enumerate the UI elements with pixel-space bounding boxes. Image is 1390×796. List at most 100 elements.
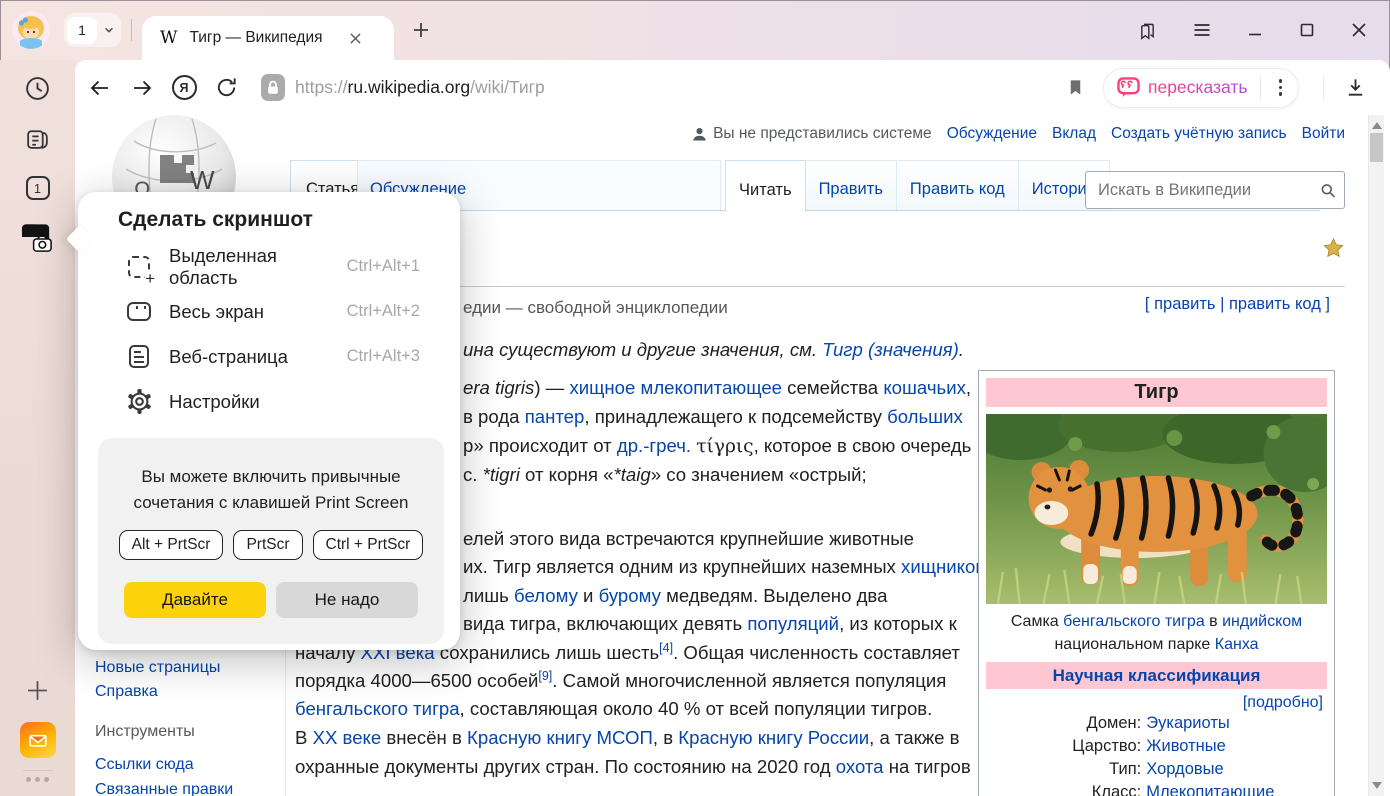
wiki-user-link[interactable]: Обсуждение [947,125,1037,143]
wiki-user-link[interactable]: Вклад [1052,125,1096,143]
maximize-icon[interactable] [1298,21,1316,39]
view-tab-1[interactable]: Читать [725,160,806,212]
text-fragment: ина существуют и другие значения, см. [463,339,822,360]
taxonomy-row: Царство:Животные [986,735,1327,758]
page-scrollbar[interactable] [1368,115,1384,796]
taxonomy-value-link[interactable]: Эукариоты [1146,712,1230,735]
text-fragment: τίγρις [696,436,753,457]
text-fragment: . [959,339,964,360]
menu-item-settings[interactable]: Настройки [78,379,460,424]
wiki-sidebar-link[interactable]: Связанные правки [95,781,233,796]
address-bar[interactable]: https://ru.wikipedia.org/wiki/Тигр [295,77,545,98]
browser-tab-active[interactable]: W Тигр — Википедия [142,16,394,60]
accept-button[interactable]: Давайте [124,582,266,618]
wiki-link[interactable]: Тигр (значения) [822,339,959,360]
wiki-link[interactable]: белому [514,585,578,606]
featured-star-icon[interactable] [1322,237,1345,265]
text-fragment: вида тигра, включающих девять [463,613,747,634]
shortcut-label: Ctrl+Alt+3 [347,347,420,366]
retell-button[interactable]: пересказать [1148,77,1248,98]
text-fragment: охранные документы других стран. По сост… [295,756,836,777]
view-tab-2[interactable]: Править [806,160,897,211]
tab-close-icon[interactable] [349,32,362,45]
taxonomy-value-link[interactable]: Хордовые [1146,758,1223,781]
yandex-mail-icon[interactable] [16,718,60,762]
retell-more-icon[interactable] [1269,73,1293,102]
wiki-sidebar-link[interactable]: Справка [95,683,158,701]
back-button[interactable] [79,68,121,108]
forward-button[interactable] [121,68,163,108]
side-panels-icon[interactable] [1137,20,1158,41]
tiger-photo[interactable] [986,414,1327,604]
menu-icon[interactable] [1192,20,1212,40]
wiki-link[interactable]: охота [836,756,884,777]
details-row: [подробно] [986,694,1327,712]
wiki-link[interactable]: [4] [659,641,673,655]
yandex-search-icon[interactable]: Я [163,68,205,108]
menu-item-selected-area[interactable]: Выделенная область Ctrl+Alt+1 [78,244,460,289]
lock-icon[interactable] [261,74,285,101]
wiki-search-box[interactable] [1085,171,1345,209]
tab-counter[interactable]: 1 [67,17,97,44]
wiki-link[interactable]: Красную книгу МСОП [467,727,653,748]
reload-icon[interactable] [205,68,247,108]
shortcut-label: Ctrl+Alt+2 [347,302,420,321]
wiki-link[interactable]: кошачьих [883,377,966,398]
text-fragment: , [966,377,971,398]
wiki-sidebar-link[interactable]: Ссылки сюда [95,756,194,774]
scroll-up-icon[interactable] [1372,122,1382,129]
wiki-link[interactable]: др.-греч. [617,435,691,456]
scroll-down-icon[interactable] [1372,782,1382,789]
tab-panel-icon[interactable]: 1 [16,166,60,210]
wiki-link[interactable]: хищников [901,556,985,577]
screenshot-tool-icon[interactable] [16,216,60,260]
decline-button[interactable]: Не надо [276,582,418,618]
wiki-user-link[interactable]: Войти [1302,125,1345,143]
wiki-link[interactable]: XX веке [313,727,382,748]
article-line: елей этого вида встречаются крупнейшие ж… [463,526,914,552]
taxonomy-value-link[interactable]: Млекопитающие [1146,781,1274,796]
close-icon[interactable] [1350,21,1368,39]
details-link[interactable]: [подробно] [1243,694,1323,711]
wiki-link[interactable]: [9] [538,669,552,683]
wiki-link[interactable]: хищное млекопитающее [569,377,782,398]
wiki-sidebar-link[interactable]: Новые страницы [95,659,220,677]
wiki-link[interactable]: популяций [747,613,839,634]
menu-item-full-screen[interactable]: Весь экран Ctrl+Alt+2 [78,289,460,334]
add-widget-icon[interactable] [16,668,60,712]
wiki-link[interactable]: бенгальского тигра [295,698,460,719]
profile-avatar[interactable] [12,11,50,49]
wiki-link[interactable]: больших [887,406,963,427]
wiki-link[interactable]: бурому [599,585,661,606]
article-line: едии — свободной энциклопедии [463,295,728,321]
tab-panel-count: 1 [26,176,50,200]
mail-envelope [20,722,56,758]
view-tab-3[interactable]: Править код [897,160,1019,211]
classification-link[interactable]: Научная классификация [1053,666,1261,685]
search-icon[interactable] [1320,181,1336,200]
more-tools-icon[interactable] [26,777,49,782]
wiki-link[interactable]: Красную книгу России [678,727,869,748]
taxonomy-value-link[interactable]: Животные [1146,735,1226,758]
bookmark-icon[interactable] [1066,77,1085,98]
wiki-link[interactable]: бенгальского тигра [1063,613,1205,630]
chevron-down-icon[interactable] [103,24,115,36]
taxonomy-row: Класс:Млекопитающие [986,781,1327,796]
wiki-link[interactable]: индийском [1222,613,1302,630]
edit-section-links[interactable]: [ править | править код ] [1145,295,1330,314]
text-fragment: сохранились лишь шесть [435,642,660,663]
tab-group-control[interactable]: 1 [64,13,121,47]
history-icon[interactable] [16,66,60,110]
minimize-icon[interactable] [1246,21,1264,39]
wiki-link[interactable]: Канха [1215,636,1259,653]
notes-icon[interactable] [16,116,60,160]
search-input[interactable] [1096,180,1320,201]
wiki-user-link[interactable]: Создать учётную запись [1111,125,1287,143]
text-fragment: на тигров [884,756,971,777]
text-fragment: с. [463,464,483,485]
wiki-link[interactable]: пантер [525,406,585,427]
menu-item-web-page[interactable]: Веб-страница Ctrl+Alt+3 [78,334,460,379]
downloads-icon[interactable] [1334,68,1376,108]
scroll-thumb[interactable] [1370,133,1383,162]
new-tab-button[interactable] [404,13,438,47]
